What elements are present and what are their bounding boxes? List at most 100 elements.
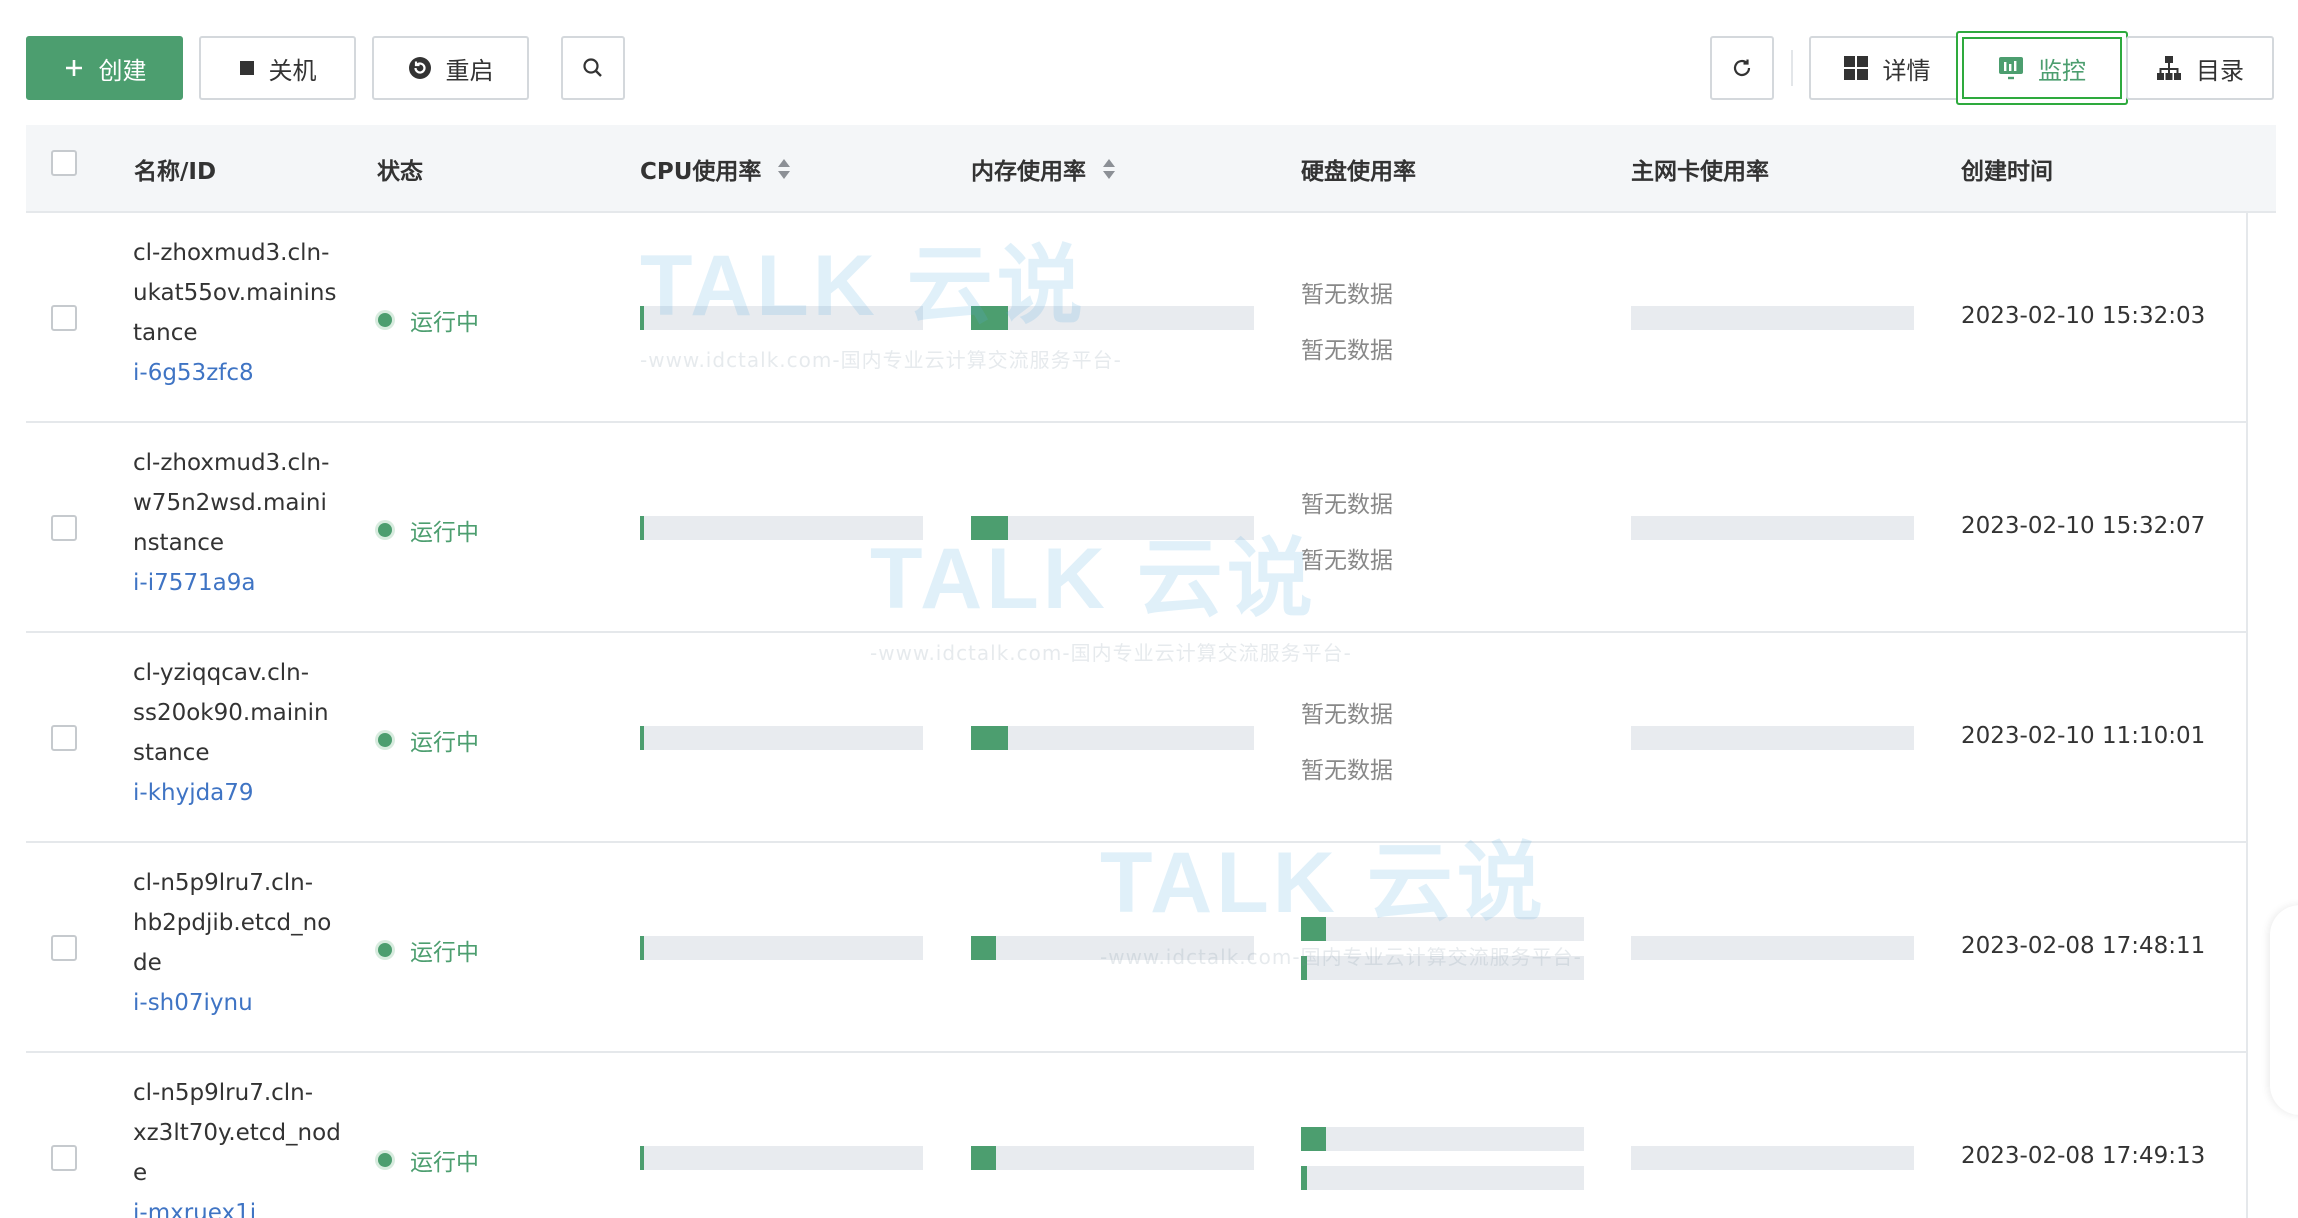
memory-usage-bar <box>971 306 1254 330</box>
shutdown-button-label: 关机 <box>268 56 317 85</box>
grid-icon <box>1843 55 1869 81</box>
refresh-button[interactable] <box>1710 36 1774 100</box>
search-button[interactable] <box>561 36 625 100</box>
cpu-usage-bar-fill <box>640 306 644 330</box>
details-view-button[interactable]: 详情 <box>1809 36 1964 100</box>
table-scroll-edge <box>2246 213 2248 1218</box>
cpu-usage-bar-fill <box>640 726 644 750</box>
cpu-usage-bar-fill <box>640 936 644 960</box>
instance-name-line: tance <box>133 320 198 346</box>
disk-no-data-text: 暂无数据 <box>1301 338 1393 364</box>
shutdown-button[interactable]: 关机 <box>199 36 356 100</box>
instance-name-line: e <box>133 1160 148 1186</box>
cpu-usage-bar-fill <box>640 516 644 540</box>
create-button[interactable]: 创建 <box>26 36 183 100</box>
memory-usage-bar-fill <box>971 726 1008 750</box>
table-row[interactable]: cl-n5p9lru7.cln-hb2pdjib.etcd_no de i-sh07… <box>26 843 2246 1053</box>
sort-icon[interactable] <box>1102 158 1116 180</box>
disk-usage-bar-fill <box>1301 956 1307 980</box>
created-time: 2023-02-10 15:32:03 <box>1961 303 2206 329</box>
restart-button-label: 重启 <box>445 56 494 85</box>
status-dot-icon <box>378 1153 392 1167</box>
create-button-label: 创建 <box>98 56 147 85</box>
instance-name-line: de <box>133 950 162 976</box>
cpu-usage-bar <box>640 516 923 540</box>
nic-usage-bar <box>1631 306 1914 330</box>
status-badge: 运行中 <box>378 1143 479 1177</box>
restart-button[interactable]: 重启 <box>372 36 529 100</box>
plus-icon <box>63 57 85 79</box>
column-header-disk: 硬盘使用率 <box>1301 159 1416 185</box>
instance-name-line: nstance <box>133 530 225 556</box>
cpu-usage-bar <box>640 936 923 960</box>
column-header-created: 创建时间 <box>1961 159 2053 185</box>
cpu-usage-bar <box>640 726 923 750</box>
instance-name-line: ss20ok90.mainin <box>133 700 329 726</box>
instance-name-line: ukat55ov.mainins <box>133 280 337 306</box>
disk-usage-bar <box>1301 917 1584 941</box>
status-dot-icon <box>378 943 392 957</box>
disk-no-data-text: 暂无数据 <box>1301 282 1393 308</box>
monitor-view-label: 监控 <box>2038 56 2086 85</box>
status-dot-icon <box>378 523 392 537</box>
created-time: 2023-02-08 17:49:13 <box>1961 1143 2206 1169</box>
column-header-status: 状态 <box>377 159 423 185</box>
disk-no-data-text: 暂无数据 <box>1301 492 1393 518</box>
table-row[interactable]: cl-n5p9lru7.cln-xz3lt70y.etcd_node i-mxru… <box>26 1053 2246 1218</box>
instance-id-link[interactable]: i-i7571a9a <box>133 563 255 603</box>
toolbar-divider <box>1791 50 1793 86</box>
disk-no-data-text: 暂无数据 <box>1301 548 1393 574</box>
instance-name-line: hb2pdjib.etcd_no <box>133 910 332 936</box>
select-all-checkbox[interactable] <box>51 150 77 176</box>
monitor-icon <box>1998 56 2024 80</box>
instance-id-link[interactable]: i-sh07iynu <box>133 983 253 1023</box>
memory-usage-bar-fill <box>971 936 997 960</box>
instance-id-link[interactable]: i-khyjda79 <box>133 773 254 813</box>
status-badge: 运行中 <box>378 513 479 547</box>
instance-name-line: cl-n5p9lru7.cln- <box>133 1080 314 1106</box>
created-time: 2023-02-10 15:32:07 <box>1961 513 2206 539</box>
cpu-usage-bar <box>640 1146 923 1170</box>
column-header-cpu[interactable]: CPU使用率 <box>640 125 791 213</box>
row-checkbox[interactable] <box>51 515 77 541</box>
instance-id-link[interactable]: i-mxruex1j <box>133 1193 256 1218</box>
instance-name-line: w75n2wsd.maini <box>133 490 327 516</box>
status-badge: 运行中 <box>378 303 479 337</box>
status-badge: 运行中 <box>378 933 479 967</box>
row-checkbox[interactable] <box>51 1145 77 1171</box>
created-time: 2023-02-08 17:48:11 <box>1961 933 2206 959</box>
memory-usage-bar-fill <box>971 516 1008 540</box>
monitor-view-button[interactable]: 监控 <box>1956 31 2128 105</box>
instance-name-line: cl-yziqqcav.cln- <box>133 660 309 686</box>
column-header-mem[interactable]: 内存使用率 <box>971 125 1116 213</box>
memory-usage-bar <box>971 1146 1254 1170</box>
status-text: 运行中 <box>410 310 479 336</box>
instance-name-line: xz3lt70y.etcd_nod <box>133 1120 341 1146</box>
instance-name-line: cl-zhoxmud3.cln- <box>133 240 330 266</box>
row-checkbox[interactable] <box>51 935 77 961</box>
side-panel-handle[interactable] <box>2270 905 2298 1115</box>
nic-usage-bar <box>1631 1146 1914 1170</box>
table-row[interactable]: cl-yziqqcav.cln-ss20ok90.mainin stance i-k… <box>26 633 2246 843</box>
refresh-icon <box>1730 56 1754 80</box>
row-checkbox[interactable] <box>51 305 77 331</box>
directory-view-label: 目录 <box>2196 56 2244 85</box>
nic-usage-bar <box>1631 936 1914 960</box>
directory-view-button[interactable]: 目录 <box>2126 36 2274 100</box>
column-header-nic: 主网卡使用率 <box>1631 159 1769 185</box>
instance-id-link[interactable]: i-6g53zfc8 <box>133 353 254 393</box>
disk-usage-bar-fill <box>1301 917 1327 941</box>
status-dot-icon <box>378 733 392 747</box>
row-checkbox[interactable] <box>51 725 77 751</box>
status-text: 运行中 <box>410 1150 479 1176</box>
table-row[interactable]: cl-zhoxmud3.cln-w75n2wsd.maini nstance i-i… <box>26 423 2246 633</box>
created-time: 2023-02-10 11:10:01 <box>1961 723 2206 749</box>
disk-usage-bar-fill <box>1301 1127 1327 1151</box>
table-row[interactable]: cl-zhoxmud3.cln-ukat55ov.mainins tance i-6… <box>26 213 2246 423</box>
memory-usage-bar <box>971 936 1254 960</box>
sort-icon[interactable] <box>777 158 791 180</box>
disk-usage-bar-fill <box>1301 1166 1307 1190</box>
sitemap-icon <box>2156 55 2182 81</box>
memory-usage-bar-fill <box>971 306 1008 330</box>
instance-name-line: stance <box>133 740 210 766</box>
